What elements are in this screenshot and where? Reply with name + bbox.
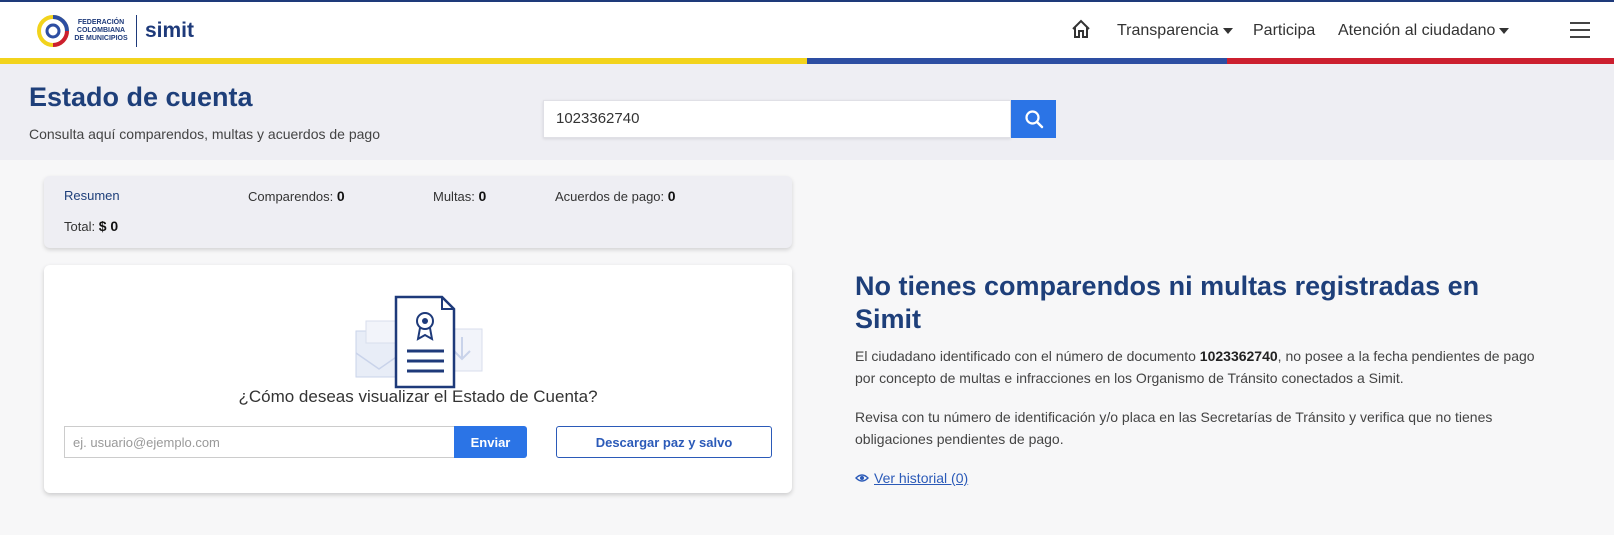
info-paragraph-1: El ciudadano identificado con el número … [855, 345, 1535, 389]
download-paz-salvo-button[interactable]: Descargar paz y salvo [556, 426, 772, 458]
menu-icon[interactable] [1570, 22, 1590, 38]
home-icon[interactable] [1070, 18, 1092, 40]
info-p1-prefix: El ciudadano identificado con el número … [855, 348, 1200, 364]
summary-comparendos: Comparendos: 0 [248, 188, 345, 204]
acuerdos-label: Acuerdos de pago: [555, 189, 665, 204]
nav-participa[interactable]: Participa [1253, 22, 1315, 40]
total-label: Total: [64, 219, 96, 234]
logo[interactable]: FEDERACIÓN COLOMBIANA DE MUNICIPIOS simi… [36, 11, 194, 51]
certificate-illustration-icon [355, 295, 483, 389]
nav-transparencia-label: Transparencia [1117, 22, 1219, 39]
summary-title: Resumen [64, 188, 120, 203]
logo-line-1: FEDERACIÓN [77, 19, 125, 26]
logo-line-3: DE MUNICIPIOS [74, 35, 128, 42]
search-input[interactable]: 1023362740 [543, 100, 1011, 138]
nav-atencion[interactable]: Atención al ciudadano [1338, 22, 1510, 40]
statement-card: ¿Cómo deseas visualizar el Estado de Cue… [44, 265, 792, 493]
page-subtitle: Consulta aquí comparendos, multas y acue… [29, 126, 380, 142]
nav-participa-label: Participa [1253, 22, 1316, 39]
history-link[interactable]: Ver historial (0) [855, 470, 968, 486]
logo-separator [136, 15, 137, 47]
summary-multas: Multas: 0 [433, 188, 486, 204]
nav-transparencia[interactable]: Transparencia [1117, 22, 1233, 40]
send-button[interactable]: Enviar [454, 426, 527, 458]
info-paragraph-2: Revisa con tu número de identificación y… [855, 409, 1493, 447]
logo-simit: simit [145, 19, 195, 42]
history-link-label: Ver historial (0) [874, 470, 969, 486]
caret-down-icon [1222, 28, 1233, 34]
page-title: Estado de cuenta [29, 82, 253, 112]
total-value: $ 0 [98, 218, 119, 234]
logo-fcm-text: FEDERACIÓN COLOMBIANA DE MUNICIPIOS [74, 19, 128, 43]
info-doc-number: 1023362740 [1199, 348, 1278, 364]
card-question: ¿Cómo deseas visualizar el Estado de Cue… [238, 387, 598, 406]
header-band: Estado de cuenta Consulta aquí comparend… [0, 64, 1614, 160]
acuerdos-value: 0 [667, 188, 676, 204]
comparendos-value: 0 [336, 188, 345, 204]
caret-down-icon [1499, 28, 1510, 34]
logo-line-2: COLOMBIANA [76, 27, 126, 34]
summary-total: Total: $ 0 [64, 218, 118, 234]
search-icon [1024, 110, 1043, 129]
email-input[interactable]: ej. usuario@ejemplo.com [64, 426, 455, 458]
summary-acuerdos: Acuerdos de pago: 0 [555, 188, 676, 204]
multas-label: Multas: [433, 189, 475, 204]
fcm-logo-icon [37, 15, 69, 47]
comparendos-label: Comparendos: [248, 189, 334, 204]
top-navbar: FEDERACIÓN COLOMBIANA DE MUNICIPIOS simi… [0, 0, 1614, 58]
info-title: No tienes comparendos ni multas registra… [855, 271, 1480, 334]
nav-atencion-label: Atención al ciudadano [1338, 22, 1496, 39]
search-button[interactable] [1011, 100, 1056, 138]
summary-card: Resumen Comparendos: 0 Multas: 0 Acuerdo… [44, 176, 792, 248]
multas-value: 0 [478, 188, 487, 204]
eye-icon [855, 474, 869, 482]
